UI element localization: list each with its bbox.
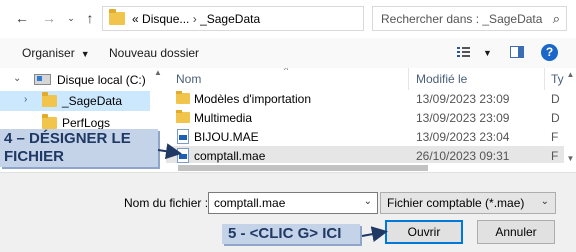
file-date: 13/09/2023 23:04	[416, 130, 510, 144]
column-name[interactable]: Nom	[176, 72, 201, 86]
nav-item-sagedata[interactable]: › _SageData	[0, 91, 150, 111]
file-date: 13/09/2023 23:09	[416, 111, 510, 125]
address-bar[interactable]: « Disque... › _SageData ⌄ ↻	[102, 6, 455, 31]
search-input[interactable]: Rechercher dans : _SageData ⌕	[372, 6, 567, 31]
filename-value: comptall.mae	[214, 196, 286, 210]
column-modified[interactable]: Modifié le	[416, 72, 467, 86]
open-button[interactable]: Ouvrir	[385, 220, 463, 244]
chevron-right-icon[interactable]: ›	[24, 94, 27, 105]
nav-item-label: _SageData	[62, 94, 123, 108]
annotation-step-5: 5 - <CLIC G> ICI	[222, 224, 360, 244]
scroll-down-icon[interactable]: ▼	[565, 154, 576, 163]
annotation-step-4: 4 – DÉSIGNER LE FICHIER	[0, 129, 158, 167]
nav-item-label: PerfLogs	[62, 116, 111, 130]
view-dropdown-icon[interactable]: ▼	[483, 48, 492, 58]
file-list: ^ Nom Modifié le Ty Modèles d'importatio…	[166, 68, 564, 172]
breadcrumb-disk[interactable]: Disque...	[142, 12, 189, 26]
file-type: D	[551, 111, 560, 125]
breadcrumb[interactable]: « Disque... › _SageData	[132, 12, 260, 26]
file-type: F	[551, 130, 559, 144]
preview-pane-icon[interactable]	[510, 46, 524, 58]
column-divider[interactable]	[408, 68, 409, 90]
annotation-step-4-line1: 4 – DÉSIGNER LE	[4, 130, 131, 147]
nav-item-disque-local[interactable]: ⌄ Disque local (C:)	[0, 70, 150, 90]
file-row[interactable]: Modèles d'importation 13/09/2023 23:09 D	[166, 89, 564, 108]
up-arrow-icon[interactable]: ↑	[82, 10, 98, 26]
chevron-down-icon[interactable]: ⌄	[364, 196, 372, 207]
filename-field[interactable]: comptall.mae ⌄	[208, 192, 378, 214]
file-row[interactable]: Multimedia 13/09/2023 23:09 D	[166, 108, 564, 127]
annotation-step-4-line2: FICHIER	[4, 148, 64, 165]
column-header: ^ Nom Modifié le Ty	[166, 68, 564, 90]
file-name: BIJOU.MAE	[194, 130, 259, 144]
chevron-down-icon: ⌄	[540, 196, 549, 207]
search-icon[interactable]: ⌕	[553, 11, 560, 27]
file-row[interactable]: BIJOU.MAE 13/09/2023 23:04 F	[166, 127, 564, 146]
scroll-thumb[interactable]	[178, 165, 428, 171]
folder-icon	[42, 92, 57, 107]
sage-file-icon	[177, 148, 189, 163]
folder-icon	[42, 114, 57, 129]
address-row: ← → ⌄ ↑ « Disque... › _SageData ⌄ ↻ Rech…	[0, 0, 576, 38]
sort-indicator-icon: ^	[284, 68, 289, 75]
column-divider[interactable]	[544, 68, 545, 90]
forward-arrow-icon[interactable]: →	[41, 10, 57, 26]
view-options-icon[interactable]	[457, 47, 479, 59]
breadcrumb-separator: ›	[192, 12, 197, 26]
nav-item-label: Disque local (C:)	[57, 73, 146, 87]
breadcrumb-sagedata[interactable]: _SageData	[200, 12, 260, 26]
back-arrow-icon[interactable]: ←	[14, 10, 30, 26]
horizontal-scrollbar[interactable]	[166, 163, 564, 172]
sage-file-icon	[177, 129, 189, 144]
file-type: D	[551, 92, 560, 106]
filetype-value: Fichier comptable (*.mae)	[387, 196, 525, 210]
folder-icon	[109, 9, 125, 25]
chevron-expanded-icon[interactable]: ⌄	[13, 73, 21, 84]
filetype-select[interactable]: Fichier comptable (*.mae) ⌄	[380, 192, 556, 214]
file-name: comptall.mae	[194, 149, 266, 163]
folder-icon	[176, 110, 190, 123]
vertical-scrollbar[interactable]: ▲ ▼	[565, 68, 576, 172]
folder-icon	[176, 91, 190, 104]
file-date: 26/10/2023 09:31	[416, 149, 510, 163]
filename-label: Nom du fichier :	[124, 196, 209, 210]
organize-button[interactable]: Organiser ▼	[22, 46, 90, 60]
file-type: F	[551, 149, 559, 163]
organize-label: Organiser	[22, 46, 75, 60]
cancel-button[interactable]: Annuler	[477, 220, 555, 244]
nav-scroll-up-icon[interactable]: ▲	[152, 68, 164, 80]
file-name: Modèles d'importation	[194, 92, 312, 106]
search-placeholder: Rechercher dans : _SageData	[381, 12, 543, 26]
file-date: 13/09/2023 23:09	[416, 92, 510, 106]
scroll-up-icon[interactable]: ▲	[565, 70, 576, 79]
column-type[interactable]: Ty	[551, 72, 564, 86]
chevron-down-icon: ▼	[80, 49, 90, 59]
new-folder-button[interactable]: Nouveau dossier	[109, 46, 199, 60]
drive-icon	[34, 74, 51, 85]
help-icon[interactable]: ?	[541, 44, 558, 61]
file-name: Multimedia	[194, 111, 253, 125]
breadcrumb-overflow[interactable]: «	[132, 12, 139, 26]
recent-dropdown-icon[interactable]: ⌄	[63, 10, 79, 26]
toolbar: Organiser ▼ Nouveau dossier ▼ ?	[0, 38, 576, 68]
